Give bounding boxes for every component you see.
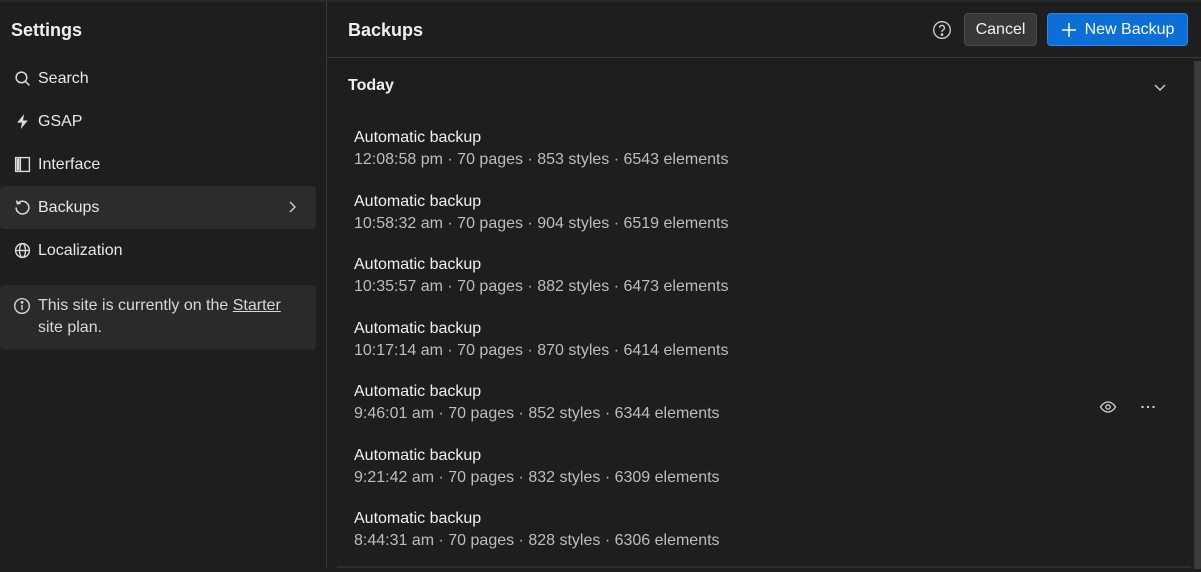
settings-nav: Search GSAP Interface Backups Localizati…: [0, 57, 316, 272]
restore-icon: [13, 199, 31, 217]
backups-panel: Backups Cancel New Backup Today Automati…: [327, 2, 1201, 569]
group-title: Today: [348, 77, 394, 94]
backup-title: Automatic backup: [354, 192, 482, 210]
more-icon[interactable]: [1139, 398, 1157, 416]
sidebar-item-interface[interactable]: Interface: [0, 143, 316, 186]
backup-meta: 12:08:58 pm · 70 pages · 853 styles · 65…: [354, 151, 729, 168]
search-icon: [13, 70, 31, 88]
backup-meta: 10:58:32 am · 70 pages · 904 styles · 65…: [354, 214, 729, 232]
chevron-down-icon[interactable]: [1152, 79, 1168, 95]
backup-row-hovered[interactable]: Automatic backup 9:46:01 am · 70 pages ·…: [327, 381, 1187, 445]
sidebar-item-label: Backups: [38, 198, 100, 216]
plan-link-starter[interactable]: Starter: [233, 297, 281, 314]
backup-title: Automatic backup: [354, 510, 482, 527]
backup-meta: 9:46:01 am · 70 pages · 852 styles · 634…: [354, 405, 720, 422]
help-icon[interactable]: [932, 20, 952, 40]
backup-title: Automatic backup: [354, 383, 482, 400]
backup-meta: 9:21:42 am · 70 pages · 832 styles · 630…: [354, 468, 720, 486]
backup-row[interactable]: Automatic backup 8:44:31 am · 70 pages ·…: [327, 508, 1187, 572]
settings-sidebar: Settings Search GSAP Interface Backups L…: [0, 2, 327, 568]
backup-title: Automatic backup: [354, 129, 482, 146]
backup-meta: 8:44:31 am · 70 pages · 828 styles · 630…: [354, 532, 720, 549]
backup-meta: 10:35:57 am · 70 pages · 882 styles · 64…: [354, 278, 729, 295]
backup-row[interactable]: Automatic backup 12:08:58 pm · 70 pages …: [327, 127, 1187, 191]
backup-title: Automatic backup: [354, 256, 482, 273]
cancel-button[interactable]: Cancel: [964, 13, 1037, 46]
backup-meta: 10:17:14 am · 70 pages · 870 styles · 64…: [354, 341, 729, 359]
sidebar-item-gsap[interactable]: GSAP: [0, 100, 316, 143]
sidebar-item-label: Localization: [38, 241, 123, 259]
sidebar-item-backups[interactable]: Backups: [0, 186, 316, 229]
new-backup-button[interactable]: New Backup: [1047, 13, 1188, 46]
settings-window: Settings Search GSAP Interface Backups L…: [0, 0, 1201, 569]
backup-row[interactable]: Automatic backup 10:35:57 am · 70 pages …: [327, 254, 1187, 318]
sidebar-item-label: Search: [38, 69, 89, 87]
bolt-icon: [13, 113, 31, 131]
sidebar-item-label: Interface: [38, 155, 101, 173]
row-actions: [1099, 398, 1157, 416]
scrollbar[interactable]: [1193, 59, 1201, 569]
globe-icon: [13, 242, 31, 260]
eye-icon[interactable]: [1099, 398, 1117, 416]
plus-icon: [1061, 22, 1076, 37]
sidebar-item-label: GSAP: [38, 112, 83, 130]
plan-notice: This site is currently on the Starter si…: [0, 285, 316, 350]
backup-scroll-area[interactable]: Today Automatic backup 12:08:58 pm · 70 …: [327, 59, 1201, 569]
chevron-right-icon: [289, 201, 296, 213]
page-title: Backups: [348, 20, 424, 40]
backup-row[interactable]: Automatic backup 9:21:42 am · 70 pages ·…: [327, 445, 1187, 509]
scrollbar-thumb[interactable]: [1194, 61, 1201, 569]
backup-title: Automatic backup: [354, 319, 482, 337]
sidebar-item-localization[interactable]: Localization: [0, 229, 316, 272]
sidebar-item-search[interactable]: Search: [0, 57, 316, 100]
backup-row[interactable]: Automatic backup 10:17:14 am · 70 pages …: [327, 318, 1187, 382]
info-icon: [13, 297, 31, 315]
new-backup-label: New Backup: [1084, 20, 1175, 38]
backup-title: Automatic backup: [354, 446, 482, 464]
backup-row[interactable]: Automatic backup 10:58:32 am · 70 pages …: [327, 191, 1187, 255]
panel-header: Backups Cancel New Backup: [327, 2, 1201, 58]
sidebar-title: Settings: [11, 20, 83, 40]
layout-icon: [13, 156, 31, 174]
backup-list: Automatic backup 12:08:58 pm · 70 pages …: [327, 127, 1187, 572]
plan-prefix: This site is currently on the: [38, 297, 233, 314]
plan-suffix: site plan.: [38, 319, 103, 336]
plan-text: This site is currently on the Starter si…: [38, 295, 281, 350]
